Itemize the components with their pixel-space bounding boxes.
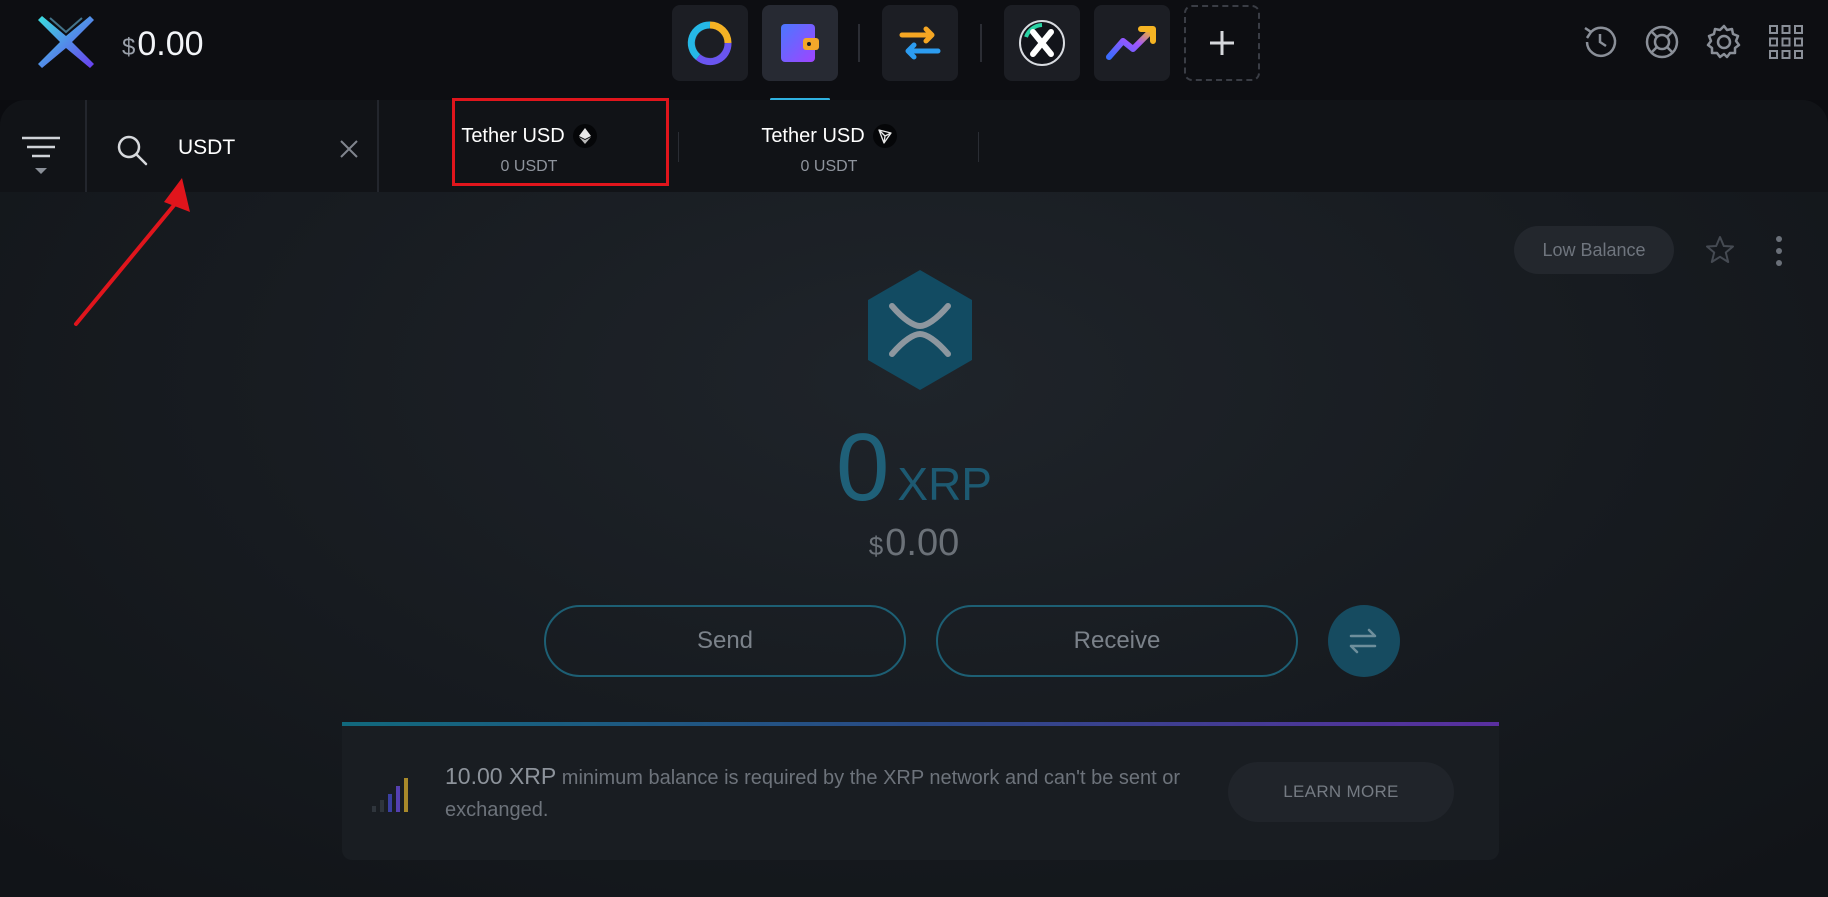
red-arrow-annotation <box>74 178 190 326</box>
tab-separator <box>678 132 679 162</box>
more-vertical-icon[interactable] <box>1766 234 1792 268</box>
portfolio-total-value: 0.00 <box>137 25 204 63</box>
notice-amount: 10.00 XRP <box>445 763 557 789</box>
asset-bar: Tether USD 0 USDT Tether USD 0 USDT <box>0 100 1828 192</box>
exodus-wallet-screen: $0.00 USDT Tether USD 0 USDT Tether USD … <box>0 0 1828 897</box>
exodus-logo-icon[interactable] <box>36 12 96 72</box>
plus-icon <box>1210 31 1234 55</box>
app-tile-portfolio[interactable] <box>672 5 748 81</box>
filter-sort-icon[interactable] <box>20 134 62 184</box>
app-tile-trends[interactable] <box>1094 5 1170 81</box>
apps-grid-icon[interactable] <box>1764 20 1808 64</box>
asset-ticker: XRP <box>897 458 992 510</box>
portfolio-total: $0.00 <box>122 22 204 70</box>
asset-search-input[interactable] <box>178 130 328 166</box>
xrp-coin-icon <box>868 270 972 390</box>
receive-button[interactable]: Receive <box>936 605 1298 677</box>
wallet-icon <box>781 24 819 62</box>
exodus-x-icon <box>1019 20 1065 66</box>
app-tile-exodus[interactable] <box>1004 5 1080 81</box>
asset-fiat-value: $0.00 <box>0 522 1828 565</box>
trend-chart-icon <box>1106 26 1156 60</box>
help-lifebuoy-icon[interactable] <box>1640 20 1684 64</box>
minimum-balance-notice: 10.00 XRP minimum balance is required by… <box>342 722 1499 860</box>
asset-balance-amount: 0 <box>836 414 890 521</box>
star-icon[interactable] <box>1704 234 1736 266</box>
notice-text: 10.00 XRP minimum balance is required by… <box>445 760 1205 826</box>
app-tile-exchange[interactable] <box>882 5 958 81</box>
learn-more-button[interactable]: LEARN MORE <box>1228 762 1454 822</box>
tab-separator <box>978 132 979 162</box>
top-bar: $0.00 <box>0 0 1828 101</box>
tron-icon <box>872 124 897 148</box>
currency-symbol: $ <box>122 34 136 61</box>
send-button[interactable]: Send <box>544 605 906 677</box>
wallet-panel: Tether USD 0 USDT Tether USD 0 USDT <box>0 100 1828 897</box>
asset-tab-balance: 0 USDT <box>800 158 858 175</box>
tile-separator <box>980 24 982 62</box>
low-balance-badge[interactable]: Low Balance <box>1514 226 1674 274</box>
exchange-arrows-icon <box>899 26 941 60</box>
swap-arrows-icon <box>1349 628 1377 654</box>
asset-tab-label: Tether USD <box>761 124 865 147</box>
settings-gear-icon[interactable] <box>1702 20 1746 64</box>
history-icon[interactable] <box>1578 20 1622 64</box>
highlight-box <box>452 98 669 186</box>
asset-tab-title: Tether USD <box>719 124 939 148</box>
asset-balance: 0 XRP <box>0 418 1828 518</box>
assetbar-divider <box>377 100 379 192</box>
search-icon <box>117 135 148 166</box>
close-icon[interactable] <box>338 138 360 160</box>
exchange-button[interactable] <box>1328 605 1400 677</box>
asset-tab-usdt-tron[interactable]: Tether USD 0 USDT <box>719 100 939 192</box>
bar-chart-icon <box>372 778 408 812</box>
notice-message: minimum balance is required by the XRP n… <box>445 767 1181 821</box>
portfolio-donut-icon <box>687 21 732 66</box>
app-tile-wallet[interactable] <box>762 5 838 81</box>
fiat-amount: 0.00 <box>885 522 960 564</box>
add-app-button[interactable] <box>1184 5 1260 81</box>
fiat-currency-symbol: $ <box>868 531 884 561</box>
tile-separator <box>858 24 860 62</box>
